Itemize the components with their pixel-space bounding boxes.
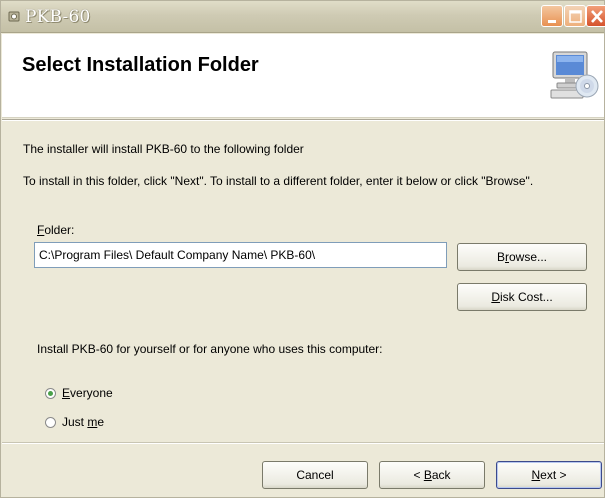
everyone-accel: E <box>62 386 71 400</box>
header-banner: Select Installation Folder <box>2 34 604 118</box>
next-label-accel: N <box>531 468 541 482</box>
radio-everyone-label: Everyone <box>62 386 113 400</box>
disk-cost-accel: D <box>491 290 500 304</box>
banner-separator <box>2 119 604 121</box>
just-me-pre: Just <box>62 415 88 429</box>
folder-label-rest: older: <box>44 223 75 237</box>
browse-button[interactable]: Br owse... <box>457 243 587 271</box>
maximize-icon <box>569 10 582 23</box>
disk-cost-rest: isk Cost... <box>499 290 553 304</box>
close-button[interactable] <box>586 5 605 27</box>
back-label-rest: ack <box>431 468 451 482</box>
footer-separator <box>2 442 604 444</box>
folder-label: Folder: <box>37 223 74 237</box>
computer-disc-icon <box>550 51 599 99</box>
title-bar[interactable]: PKB-60 <box>1 1 605 33</box>
installer-window: PKB-60 Select Installation Folder The in… <box>0 0 605 498</box>
window-title: PKB-60 <box>25 7 91 27</box>
intro-text: The installer will install PKB-60 to the… <box>23 142 304 156</box>
minimize-button[interactable] <box>541 5 563 27</box>
radio-just-me-indicator[interactable] <box>45 416 56 428</box>
browse-label-pre: B <box>496 250 505 264</box>
next-button[interactable]: Next > <box>496 461 602 489</box>
everyone-rest: veryone <box>70 386 113 400</box>
back-button[interactable]: < Back <box>379 461 485 489</box>
minimize-icon <box>548 20 556 23</box>
instruction-text: To install in this folder, click "Next".… <box>23 174 534 188</box>
page-title: Select Installation Folder <box>22 54 259 76</box>
install-scope-text: Install PKB-60 for yourself or for anyon… <box>37 342 383 356</box>
cancel-label: Cancel <box>296 468 334 482</box>
back-label-accel: B <box>423 468 432 482</box>
close-icon <box>591 10 603 23</box>
just-me-accel: m <box>87 415 98 429</box>
radio-everyone-indicator[interactable] <box>45 387 56 399</box>
folder-path-input[interactable] <box>34 242 447 268</box>
disk-cost-button[interactable]: Disk Cost... <box>457 283 587 311</box>
maximize-button[interactable] <box>564 5 586 27</box>
setup-icon <box>8 11 20 22</box>
browse-label-post: owse... <box>509 250 548 264</box>
radio-just-me-label: Just me <box>62 415 104 429</box>
back-label-pre: < <box>413 468 424 482</box>
radio-everyone[interactable]: Everyone <box>45 386 113 400</box>
radio-just-me[interactable]: Just me <box>45 415 104 429</box>
just-me-rest: e <box>97 415 105 429</box>
next-label-rest: ext > <box>540 468 567 482</box>
cancel-button[interactable]: Cancel <box>262 461 368 489</box>
